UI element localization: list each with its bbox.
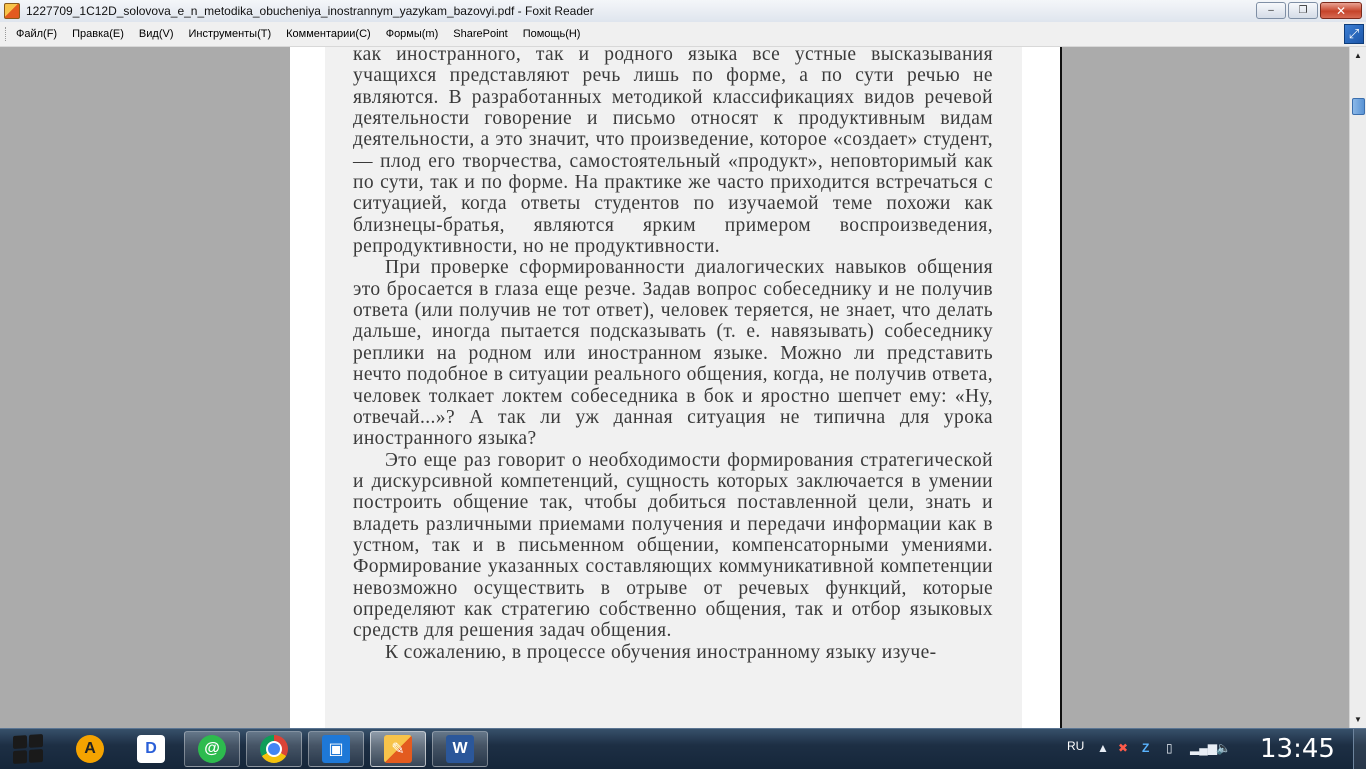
taskbar-virtualbox[interactable]: ▣ <box>308 731 364 767</box>
vertical-scrollbar[interactable]: ▲ ▼ <box>1349 47 1366 728</box>
menu-comments[interactable]: Комментарии(C) <box>286 28 371 40</box>
z-tray-icon[interactable]: Z <box>1142 741 1149 755</box>
page-text: как иностранного, так и родного языка вс… <box>353 47 993 663</box>
chrome-icon <box>260 735 288 763</box>
language-indicator[interactable]: RU <box>1067 739 1084 753</box>
taskbar-chrome[interactable] <box>246 731 302 767</box>
start-button[interactable] <box>4 731 52 767</box>
scroll-thumb[interactable] <box>1352 98 1365 115</box>
scroll-down-button[interactable]: ▼ <box>1350 711 1366 728</box>
show-desktop-button[interactable] <box>1353 729 1366 769</box>
clock[interactable]: 13:45 <box>1260 734 1335 764</box>
maximize-button[interactable]: ❐ <box>1288 2 1318 19</box>
foxit-icon: ✎ <box>384 735 412 763</box>
signal-icon[interactable]: ▂▄▆ <box>1190 741 1217 755</box>
title-bar: 1227709_1C12D_solovova_e_n_metodika_obuc… <box>0 0 1366 23</box>
taskbar-word[interactable]: W <box>432 731 488 767</box>
menu-bar: Файл(F) Правка(E) Вид(V) Инструменты(T) … <box>0 22 1366 47</box>
menu-file[interactable]: Файл(F) <box>16 28 57 40</box>
foxit-app-icon[interactable] <box>4 3 20 19</box>
show-hidden-icons-icon[interactable]: ▲ <box>1097 741 1109 755</box>
menu-sharepoint[interactable]: SharePoint <box>453 28 507 40</box>
network-error-icon[interactable]: ✖ <box>1118 741 1128 755</box>
taskbar: A D @ ▣ ✎ W RU ▲ ✖ Z ▯ ▂▄▆ 🔈 13:45 <box>0 728 1366 769</box>
device-icon[interactable]: ▯ <box>1166 741 1173 755</box>
menu-view[interactable]: Вид(V) <box>139 28 174 40</box>
aimp-icon: A <box>76 735 104 763</box>
mail-agent-icon: @ <box>198 735 226 763</box>
windows-logo-icon <box>13 733 43 765</box>
volume-icon[interactable]: 🔈 <box>1216 741 1231 755</box>
paragraph: как иностранного, так и родного языка вс… <box>353 47 993 258</box>
menu-edit[interactable]: Правка(E) <box>72 28 124 40</box>
close-button[interactable]: ✕ <box>1320 2 1362 19</box>
taskbar-aimp[interactable]: A <box>62 731 118 767</box>
fullscreen-icon[interactable]: ⤢ <box>1344 24 1364 44</box>
taskbar-dictionary[interactable]: D <box>123 731 179 767</box>
taskbar-foxit[interactable]: ✎ <box>370 731 426 767</box>
window-controls: ‒ ❐ ✕ <box>1256 2 1362 19</box>
paragraph: Это еще раз говорит о необходимости форм… <box>353 449 993 642</box>
menu-tools[interactable]: Инструменты(T) <box>189 28 272 40</box>
paragraph: При проверке сформированности диалогичес… <box>353 257 993 450</box>
window-title: 1227709_1C12D_solovova_e_n_metodika_obuc… <box>26 4 594 18</box>
paragraph: К сожалению, в процессе обучения иностра… <box>385 641 937 663</box>
taskbar-mail-agent[interactable]: @ <box>184 731 240 767</box>
menu-forms[interactable]: Формы(m) <box>386 28 439 40</box>
minimize-button[interactable]: ‒ <box>1256 2 1286 19</box>
document-area[interactable]: как иностранного, так и родного языка вс… <box>0 47 1349 728</box>
scroll-up-button[interactable]: ▲ <box>1350 47 1366 64</box>
word-icon: W <box>446 735 474 763</box>
menu-help[interactable]: Помощь(H) <box>523 28 581 40</box>
dictionary-icon: D <box>137 735 165 763</box>
virtualbox-icon: ▣ <box>322 735 350 763</box>
toolbar-grip[interactable] <box>5 27 9 41</box>
